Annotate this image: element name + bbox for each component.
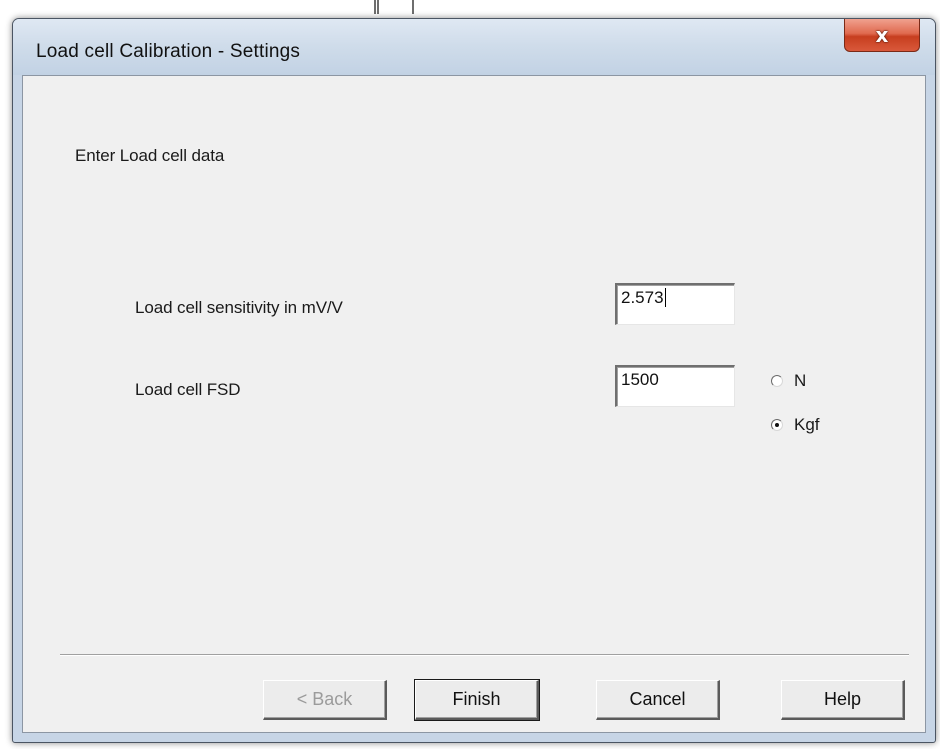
sensitivity-value: 2.573 (621, 288, 664, 307)
sensitivity-input[interactable]: 2.573 (615, 283, 735, 325)
background-mark (374, 0, 376, 14)
window-title: Load cell Calibration - Settings (36, 41, 301, 62)
unit-radio-n[interactable]: N (771, 371, 806, 391)
unit-radio-kgf[interactable]: Kgf (771, 415, 820, 435)
dialog-body: Enter Load cell data Load cell sensitivi… (22, 75, 926, 733)
cancel-button[interactable]: Cancel (596, 680, 720, 720)
finish-button[interactable]: Finish (414, 679, 540, 721)
title-bar[interactable]: Load cell Calibration - Settings x (13, 19, 935, 75)
fsd-input[interactable]: 1500 (615, 365, 735, 407)
close-button[interactable]: x (844, 19, 920, 52)
fsd-label: Load cell FSD (135, 380, 241, 399)
background-mark (377, 0, 379, 14)
background-mark (412, 0, 414, 14)
fsd-value: 1500 (621, 370, 659, 389)
section-heading: Enter Load cell data (75, 146, 225, 165)
unit-radio-label: N (794, 371, 807, 390)
dialog-window: Load cell Calibration - Settings x Enter… (12, 18, 936, 743)
radio-checked-icon (771, 419, 783, 431)
close-icon: x (875, 23, 889, 47)
radio-unchecked-icon (771, 375, 783, 387)
separator-line (60, 654, 909, 656)
unit-radio-label: Kgf (794, 415, 820, 434)
text-caret (664, 288, 666, 307)
help-button[interactable]: Help (781, 680, 905, 720)
back-button[interactable]: < Back (263, 680, 387, 720)
sensitivity-label: Load cell sensitivity in mV/V (135, 298, 343, 317)
background-artifact (0, 0, 940, 16)
